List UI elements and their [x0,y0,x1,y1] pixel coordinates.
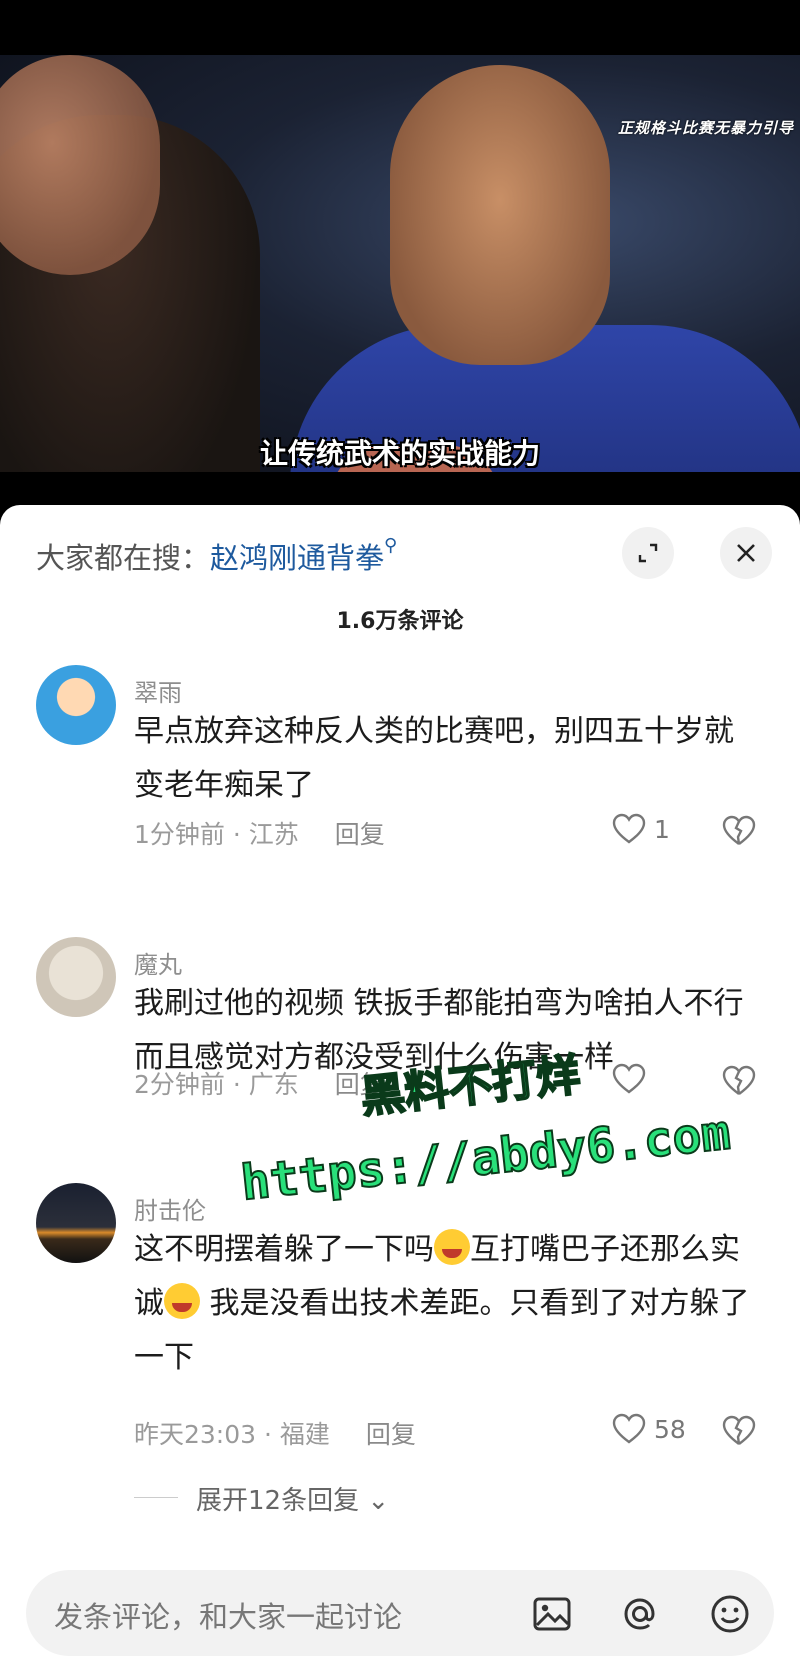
expand-icon [638,543,658,563]
comment-text: 这不明摆着躲了一下吗 互打嘴巴子还那么实诚 我是没看出技术差距。只看到了对方躲了一… [134,1223,754,1385]
avatar[interactable] [36,937,116,1017]
dislike-button[interactable] [722,1415,756,1451]
close-icon [737,544,755,562]
video-subtitle: 让传统武术的实战能力 [259,437,540,470]
heart-icon [612,1413,646,1444]
dislike-button[interactable] [722,1065,756,1101]
comment-meta: 昨天23:03 · 福建 回复 [134,1415,416,1451]
comment-author[interactable]: 魔丸 [134,945,182,980]
trending-search-prefix: 大家都在搜： [36,541,211,575]
chevron-down-icon: ⌄ [367,1486,390,1516]
video-watermark: 正规格斗比赛无暴力引导 [617,119,794,137]
comment-text-part: 我是没看出技术差距。只看到了对方躲了一下 [134,1286,750,1375]
reply-button[interactable]: 回复 [335,820,385,849]
like-button[interactable]: 1 [612,813,670,845]
image-icon[interactable] [530,1592,574,1636]
close-button[interactable] [720,527,772,579]
search-icon: ⚲ [384,535,398,556]
broken-heart-icon [722,1415,756,1445]
heart-icon [612,813,646,844]
divider [134,1497,178,1498]
video-frame[interactable]: 正规格斗比赛无暴力引导 [0,55,800,472]
comment-input-placeholder: 发条评论，和大家一起讨论 [54,1600,403,1634]
like-count: 1 [654,814,670,844]
broken-heart-icon [722,815,756,845]
like-button[interactable] [612,1063,654,1095]
avatar[interactable] [36,1183,116,1263]
comments-count: 1.6万条评论 [336,609,464,634]
dislike-button[interactable] [722,815,756,851]
trending-search[interactable]: 大家都在搜：赵鸿刚通背拳⚲ [36,535,397,577]
comment-text-part: 这不明摆着躲了一下吗 [134,1232,434,1267]
comment-author[interactable]: 翠雨 [134,673,182,708]
reply-button[interactable]: 回复 [335,1070,385,1099]
comment-footer: 发条评论，和大家一起讨论 [0,1553,800,1667]
heart-icon [612,1063,646,1094]
like-button[interactable]: 58 [612,1413,686,1445]
comment-author[interactable]: 肘击伦 [134,1191,206,1226]
comment-time-location: 2分钟前 · 广东 [134,1070,299,1099]
comment-sheet: 大家都在搜：赵鸿刚通背拳⚲ 1.6万条评论 翠雨 早点放弃这种反人类的比赛吧，别… [0,505,800,1667]
comment-text: 早点放弃这种反人类的比赛吧，别四五十岁就变老年痴呆了 [134,714,734,803]
referee-figure [0,55,160,275]
at-mention-icon[interactable] [618,1592,662,1636]
laughing-crying-emoji-icon [164,1283,200,1319]
expand-button[interactable] [622,527,674,579]
laughing-crying-emoji-icon [434,1229,470,1265]
avatar[interactable] [36,665,116,745]
emoji-icon[interactable] [708,1592,752,1636]
broken-heart-icon [722,1065,756,1095]
comment-time-location: 昨天23:03 · 福建 [134,1420,330,1449]
video-player[interactable]: 正规格斗比赛无暴力引导 让传统武术的实战能力 [0,0,800,505]
comment-meta: 2分钟前 · 广东 回复 [134,1065,385,1101]
comment-input[interactable]: 发条评论，和大家一起讨论 [26,1570,774,1656]
like-count: 58 [654,1414,686,1444]
reply-button[interactable]: 回复 [366,1420,416,1449]
trending-search-keyword[interactable]: 赵鸿刚通背拳 [210,541,384,575]
comment-time-location: 1分钟前 · 江苏 [134,820,299,849]
fighter-right-head [390,65,610,365]
expand-replies-label: 展开12条回复 ⌄ [196,1480,389,1517]
expand-replies-text: 展开12条回复 [196,1486,360,1516]
comment-meta: 1分钟前 · 江苏 回复 [134,815,385,851]
